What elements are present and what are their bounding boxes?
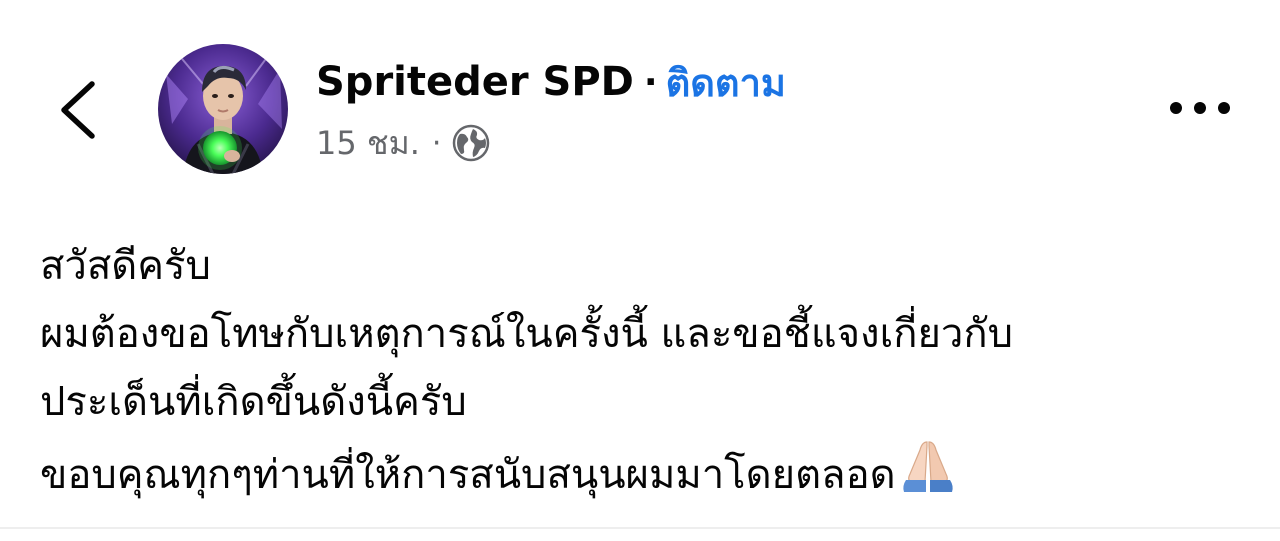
post-meta: 15 ชม. · (316, 118, 491, 168)
profile-picture (158, 44, 288, 174)
follow-button[interactable]: ติดตาม (666, 52, 786, 113)
post-divider (0, 527, 1280, 529)
author-name[interactable]: Spriteder SPD (316, 59, 634, 105)
post-text-line: ประเด็นที่เกิดขึ้นดังนี้ครับ (40, 379, 467, 425)
avatar[interactable] (158, 44, 288, 174)
meta-separator: · (431, 125, 442, 161)
post-text-line-last: ขอบคุณทุกๆท่านที่ให้การสนับสนุนผมมาโดยตล… (40, 436, 1260, 504)
more-horizontal-icon (1170, 102, 1230, 114)
more-options-button[interactable] (1160, 88, 1240, 128)
back-button[interactable] (48, 70, 118, 150)
chevron-left-icon (61, 81, 95, 139)
post-body: สวัสดีครับ ผมต้องขอโทษกับเหตุการณ์ในครั้… (40, 232, 1260, 504)
globe-icon[interactable] (451, 123, 491, 163)
post-text-segment: ขอบคุณทุกๆท่านที่ให้การสนับสนุนผมมาโดยตล… (40, 452, 896, 498)
author-line: Spriteder SPD · ติดตาม (316, 52, 786, 112)
folded-hands-emoji-icon (902, 441, 953, 492)
post-text-line: สวัสดีครับ (40, 243, 211, 289)
post-timestamp[interactable]: 15 ชม. (316, 118, 420, 169)
post-text-line: ผมต้องขอโทษกับเหตุการณ์ในครั้งนี้ และขอช… (40, 311, 1013, 357)
post-view: Spriteder SPD · ติดตาม 15 ชม. · สวัสดีคร… (0, 0, 1280, 541)
name-separator: · (643, 61, 658, 103)
